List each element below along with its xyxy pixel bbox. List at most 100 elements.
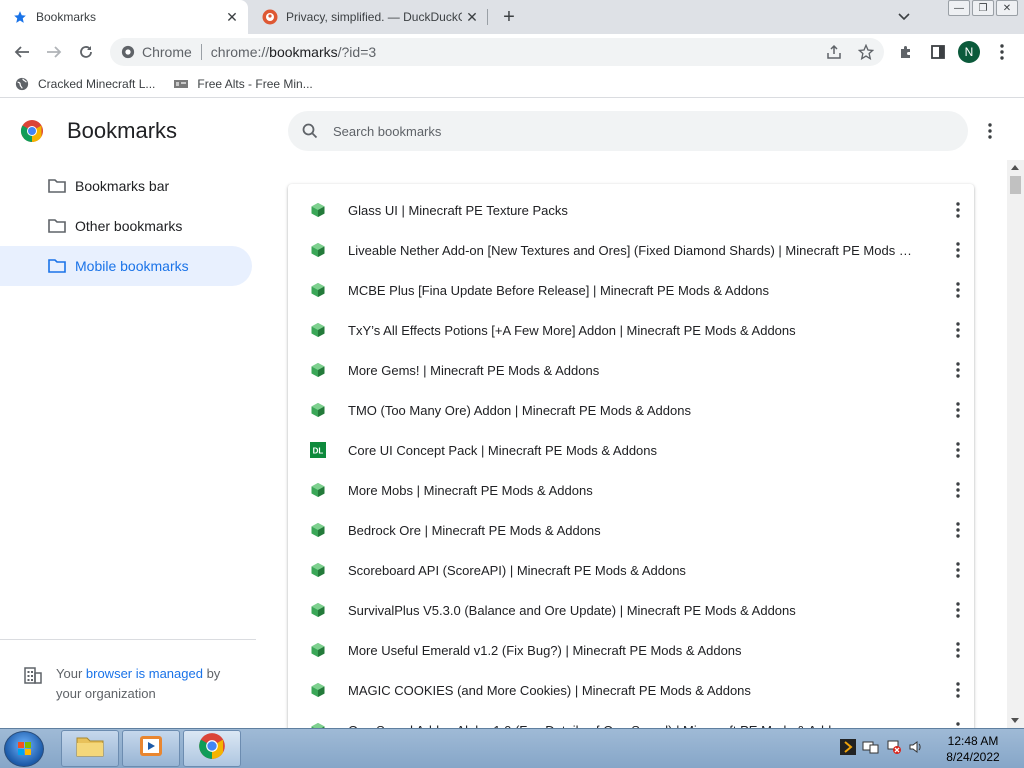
folder-icon	[48, 178, 66, 194]
search-bar[interactable]	[288, 111, 968, 151]
chrome-logo-icon	[20, 119, 44, 143]
more-vert-icon[interactable]	[980, 121, 1000, 141]
close-window-button[interactable]: ✕	[996, 0, 1018, 16]
cube-favicon-icon	[310, 242, 326, 258]
bookmark-title: Glass UI | Minecraft PE Texture Packs	[348, 202, 568, 218]
forward-arrow-icon[interactable]	[42, 40, 66, 64]
cube-favicon-icon	[310, 282, 326, 298]
more-vert-icon[interactable]	[990, 40, 1014, 64]
tray-app-icon[interactable]	[840, 738, 856, 760]
scroll-up-arrow[interactable]	[1011, 165, 1019, 170]
new-tab-button[interactable]: +	[497, 6, 521, 28]
sidebar-item-other-bookmarks[interactable]: Other bookmarks	[0, 206, 252, 246]
bookmark-row[interactable]: DL Core UI Concept Pack | Minecraft PE Mo…	[288, 430, 974, 470]
bookmark-bar-label: Cracked Minecraft L...	[38, 76, 156, 91]
media-player-taskbar-button[interactable]	[122, 730, 180, 767]
back-arrow-icon[interactable]	[10, 40, 34, 64]
chevron-down-icon[interactable]	[894, 7, 914, 27]
bookmark-row[interactable]: More Gems! | Minecraft PE Mods & Addons	[288, 350, 974, 390]
bookmark-row[interactable]: TxY’s All Effects Potions [+A Few More] …	[288, 310, 974, 350]
sidebar-item-bookmarks-bar[interactable]: Bookmarks bar	[0, 166, 252, 206]
bookmark-row[interactable]: MAGIC COOKIES (and More Cookies) | Minec…	[288, 670, 974, 710]
bookmark-star-icon[interactable]	[854, 40, 878, 64]
bookmark-title: TMO (Too Many Ore) Addon | Minecraft PE …	[348, 402, 691, 418]
bookmark-bar-item[interactable]: Free Alts - Free Min...	[173, 76, 313, 92]
taskbar: 12:48 AM 8/24/2022	[0, 728, 1024, 768]
close-icon[interactable]: ✕	[462, 7, 482, 27]
more-vert-icon[interactable]	[948, 400, 968, 420]
bookmark-row[interactable]: Glass UI | Minecraft PE Texture Packs	[288, 190, 974, 230]
cube-favicon-icon	[310, 642, 326, 658]
cube-favicon-icon	[310, 602, 326, 618]
system-tray	[840, 729, 924, 768]
more-vert-icon[interactable]	[948, 680, 968, 700]
managed-link[interactable]: browser is managed	[86, 666, 203, 681]
bookmark-row[interactable]: More Mobs | Minecraft PE Mods & Addons	[288, 470, 974, 510]
more-vert-icon[interactable]	[948, 600, 968, 620]
restore-button[interactable]: ❐	[972, 0, 994, 16]
globe-icon	[14, 76, 30, 92]
scrollbar[interactable]	[1007, 160, 1024, 728]
tab-duckduckgo[interactable]: Privacy, simplified. — DuckDuckG ✕	[250, 0, 488, 34]
more-vert-icon[interactable]	[948, 200, 968, 220]
bookmark-row[interactable]: Liveable Nether Add-on [New Textures and…	[288, 230, 974, 270]
bookmark-row[interactable]: TMO (Too Many Ore) Addon | Minecraft PE …	[288, 390, 974, 430]
action-center-icon[interactable]	[862, 739, 880, 760]
search-input[interactable]	[333, 123, 893, 139]
profile-avatar[interactable]: N	[958, 41, 980, 63]
dl-favicon-icon: DL	[310, 442, 326, 458]
bookmark-bar-item[interactable]: Cracked Minecraft L...	[14, 76, 155, 92]
taskbar-clock[interactable]: 12:48 AM 8/24/2022	[940, 733, 1006, 765]
more-vert-icon[interactable]	[948, 320, 968, 340]
scroll-down-arrow[interactable]	[1011, 718, 1019, 723]
volume-icon[interactable]	[908, 739, 924, 760]
sidebar-item-label: Mobile bookmarks	[75, 258, 189, 274]
sidebar: Bookmarks bar Other bookmarks Mobile boo…	[0, 166, 256, 728]
side-panel-icon[interactable]	[926, 40, 950, 64]
start-button[interactable]	[4, 731, 44, 767]
cube-favicon-icon	[310, 562, 326, 578]
minimize-button[interactable]: —	[948, 0, 970, 16]
more-vert-icon[interactable]	[948, 480, 968, 500]
bookmark-row[interactable]: Bedrock Ore | Minecraft PE Mods & Addons	[288, 510, 974, 550]
duckduckgo-icon	[262, 9, 278, 25]
bookmark-title: Liveable Nether Add-on [New Textures and…	[348, 242, 912, 258]
url-text: chrome://bookmarks/?id=3	[210, 44, 377, 60]
more-vert-icon[interactable]	[948, 560, 968, 580]
cube-favicon-icon	[310, 482, 326, 498]
sidebar-item-mobile-bookmarks[interactable]: Mobile bookmarks	[0, 246, 252, 286]
extensions-puzzle-icon[interactable]	[894, 40, 918, 64]
more-vert-icon[interactable]	[948, 240, 968, 260]
more-vert-icon[interactable]	[948, 360, 968, 380]
more-vert-icon[interactable]	[948, 640, 968, 660]
reload-icon[interactable]	[74, 40, 98, 64]
bookmark-title: TxY’s All Effects Potions [+A Few More] …	[348, 322, 796, 338]
more-vert-icon[interactable]	[948, 520, 968, 540]
clock-date: 8/24/2022	[946, 750, 1000, 764]
scroll-thumb[interactable]	[1010, 176, 1021, 194]
site-icon	[173, 76, 189, 92]
managed-notice: Your browser is managed by your organiza…	[0, 639, 256, 728]
chrome-taskbar-button[interactable]	[183, 730, 241, 767]
search-icon	[300, 121, 320, 141]
more-vert-icon[interactable]	[948, 280, 968, 300]
chrome-icon	[120, 44, 136, 60]
close-icon[interactable]: ✕	[222, 7, 242, 27]
bookmark-row[interactable]: More Useful Emerald v1.2 (Fix Bug?) | Mi…	[288, 630, 974, 670]
bookmark-title: MAGIC COOKIES (and More Cookies) | Minec…	[348, 682, 751, 698]
bookmark-row[interactable]: Scoreboard API (ScoreAPI) | Minecraft PE…	[288, 550, 974, 590]
bookmark-title: Core UI Concept Pack | Minecraft PE Mods…	[348, 442, 658, 458]
bookmark-row[interactable]: MCBE Plus [Fina Update Before Release] |…	[288, 270, 974, 310]
bookmark-row[interactable]: SurvivalPlus V5.3.0 (Balance and Ore Upd…	[288, 590, 974, 630]
network-icon[interactable]	[886, 739, 902, 760]
share-icon[interactable]	[822, 40, 846, 64]
tab-bookmarks[interactable]: Bookmarks ✕	[0, 0, 248, 34]
bookmarks-bar: Cracked Minecraft L... Free Alts - Free …	[0, 70, 1024, 98]
bookmark-title: More Useful Emerald v1.2 (Fix Bug?) | Mi…	[348, 642, 742, 658]
bookmark-list: Glass UI | Minecraft PE Texture Packs Liv…	[288, 184, 974, 744]
explorer-taskbar-button[interactable]	[61, 730, 119, 767]
address-bar[interactable]: Chrome chrome://bookmarks/?id=3	[110, 38, 884, 66]
more-vert-icon[interactable]	[948, 440, 968, 460]
cube-favicon-icon	[310, 322, 326, 338]
cube-favicon-icon	[310, 402, 326, 418]
